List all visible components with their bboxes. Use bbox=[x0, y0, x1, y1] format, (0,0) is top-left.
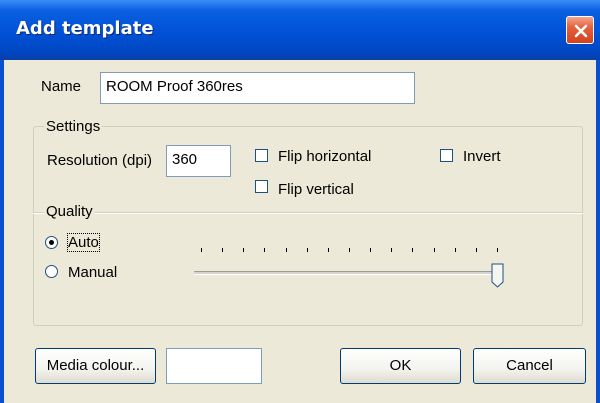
flip-horizontal-label: Flip horizontal bbox=[278, 148, 372, 165]
slider-tick bbox=[222, 248, 224, 252]
resolution-label: Resolution (dpi) bbox=[47, 152, 153, 169]
slider-tick bbox=[475, 248, 477, 252]
add-template-dialog: Add template Name ROOM Proof 360res Sett… bbox=[0, 0, 600, 403]
media-colour-button[interactable]: Media colour... bbox=[35, 348, 156, 384]
close-icon bbox=[574, 24, 588, 38]
flip-vertical-checkbox[interactable] bbox=[255, 180, 268, 193]
name-label: Name bbox=[41, 78, 82, 95]
flip-vertical-label: Flip vertical bbox=[278, 181, 354, 198]
flip-horizontal-checkbox[interactable] bbox=[255, 149, 268, 162]
slider-tick bbox=[285, 248, 287, 252]
slider-tick bbox=[412, 248, 414, 252]
auto-radio[interactable] bbox=[45, 236, 58, 249]
auto-label: Auto bbox=[67, 233, 100, 252]
quality-separator bbox=[33, 212, 583, 214]
settings-legend: Settings bbox=[44, 118, 103, 135]
invert-checkbox[interactable] bbox=[440, 149, 453, 162]
slider-tick bbox=[201, 248, 202, 252]
slider-tick bbox=[264, 248, 266, 252]
slider-tick bbox=[306, 248, 308, 252]
slider-tick bbox=[370, 248, 372, 252]
manual-radio[interactable] bbox=[45, 265, 58, 278]
slider-tick bbox=[327, 248, 329, 252]
slider-tick bbox=[391, 248, 393, 252]
slider-tick bbox=[433, 248, 435, 252]
slider-tick bbox=[349, 248, 350, 252]
manual-label: Manual bbox=[68, 264, 118, 281]
ok-button[interactable]: OK bbox=[340, 348, 461, 384]
media-colour-swatch[interactable] bbox=[166, 348, 262, 384]
window-border-right bbox=[596, 60, 600, 403]
close-button[interactable] bbox=[566, 16, 594, 44]
ok-label: OK bbox=[389, 357, 412, 374]
media-colour-label: Media colour... bbox=[46, 357, 145, 374]
resolution-input[interactable]: 360 bbox=[166, 145, 231, 177]
slider-tick bbox=[243, 248, 245, 252]
name-input[interactable]: ROOM Proof 360res bbox=[100, 72, 415, 104]
title-bar[interactable]: Add template bbox=[0, 0, 600, 60]
radio-selected-dot bbox=[49, 240, 54, 245]
window-border-left bbox=[0, 60, 4, 403]
invert-label: Invert bbox=[463, 148, 501, 165]
slider-tick bbox=[454, 248, 456, 252]
quality-slider-track[interactable] bbox=[194, 271, 500, 275]
dialog-title: Add template bbox=[16, 18, 154, 39]
slider-tick bbox=[497, 248, 498, 252]
cancel-button[interactable]: Cancel bbox=[473, 348, 586, 384]
quality-slider-thumb[interactable] bbox=[491, 263, 505, 289]
quality-legend: Quality bbox=[44, 203, 95, 220]
cancel-label: Cancel bbox=[506, 357, 553, 374]
